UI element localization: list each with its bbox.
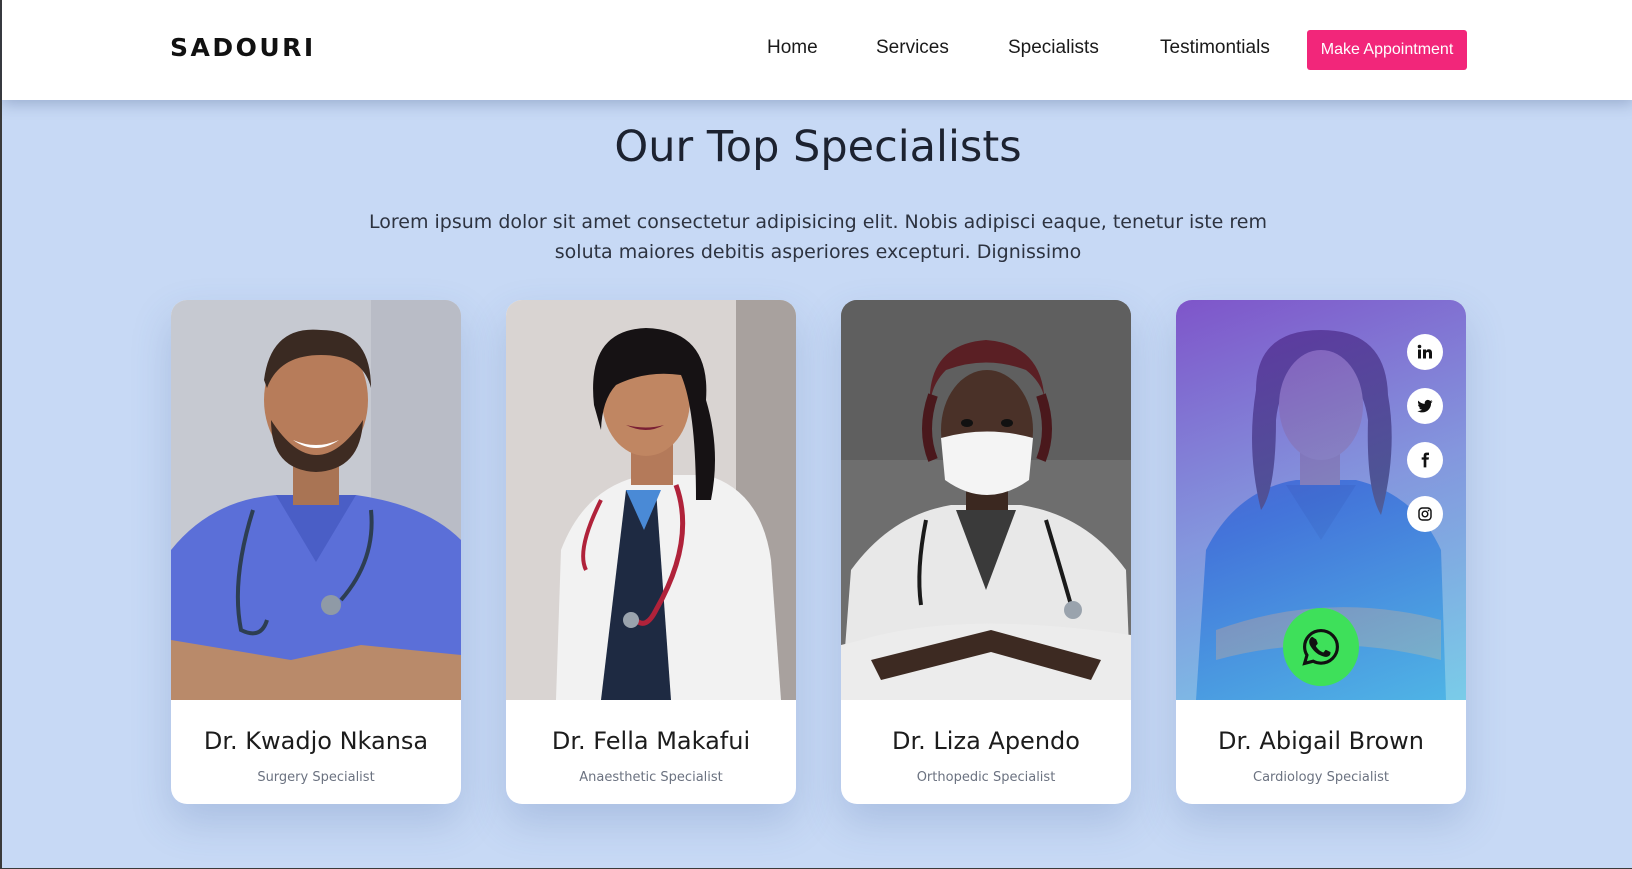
doctor-photo (171, 300, 461, 700)
whatsapp-button[interactable] (1283, 608, 1359, 686)
brand-logo[interactable]: SADOURI (170, 33, 316, 62)
specialist-card[interactable]: Dr. Abigail Brown Cardiology Specialist (1176, 300, 1466, 804)
facebook-button[interactable] (1407, 442, 1443, 478)
doctor-photo (506, 300, 796, 700)
specialist-card[interactable]: Dr. Fella Makafui Anaesthetic Specialist (506, 300, 796, 804)
doctor-photo (841, 300, 1131, 700)
twitter-icon (1417, 399, 1433, 413)
doctor-specialty: Cardiology Specialist (1253, 770, 1389, 785)
section-description: Lorem ipsum dolor sit amet consectetur a… (368, 211, 1267, 263)
doctor-name: Dr. Abigail Brown (1218, 727, 1424, 755)
whatsapp-icon (1302, 629, 1339, 666)
nav-services[interactable]: Services (876, 37, 949, 59)
doctor-specialty: Orthopedic Specialist (916, 770, 1056, 785)
make-appointment-button[interactable]: Make Appointment (1307, 30, 1467, 70)
specialist-card[interactable]: Dr. Kwadjo Nkansa Surgery Specialist (171, 300, 461, 804)
linkedin-icon (1417, 344, 1432, 359)
specialist-card[interactable]: Dr. Liza Apendo Orthopedic Specialist (841, 300, 1131, 804)
nav-testimonials[interactable]: Testimontials (1160, 37, 1270, 59)
instagram-icon (1418, 507, 1432, 521)
doctor-specialty: Surgery Specialist (257, 770, 375, 785)
doctor-name: Dr. Fella Makafui (551, 727, 751, 755)
section-title: Our Top Specialists (614, 122, 1022, 172)
doctor-name: Dr. Liza Apendo (892, 727, 1080, 755)
nav-home[interactable]: Home (767, 37, 818, 59)
facebook-icon (1421, 452, 1429, 468)
twitter-button[interactable] (1407, 388, 1443, 424)
linkedin-button[interactable] (1407, 334, 1443, 370)
nav-specialists[interactable]: Specialists (1008, 37, 1099, 59)
doctor-specialty: Anaesthetic Specialist (579, 770, 723, 785)
doctor-name: Dr. Kwadjo Nkansa (203, 727, 429, 755)
instagram-button[interactable] (1407, 496, 1443, 532)
top-navbar: SADOURI Home Services Specialists Testim… (2, 0, 1632, 100)
